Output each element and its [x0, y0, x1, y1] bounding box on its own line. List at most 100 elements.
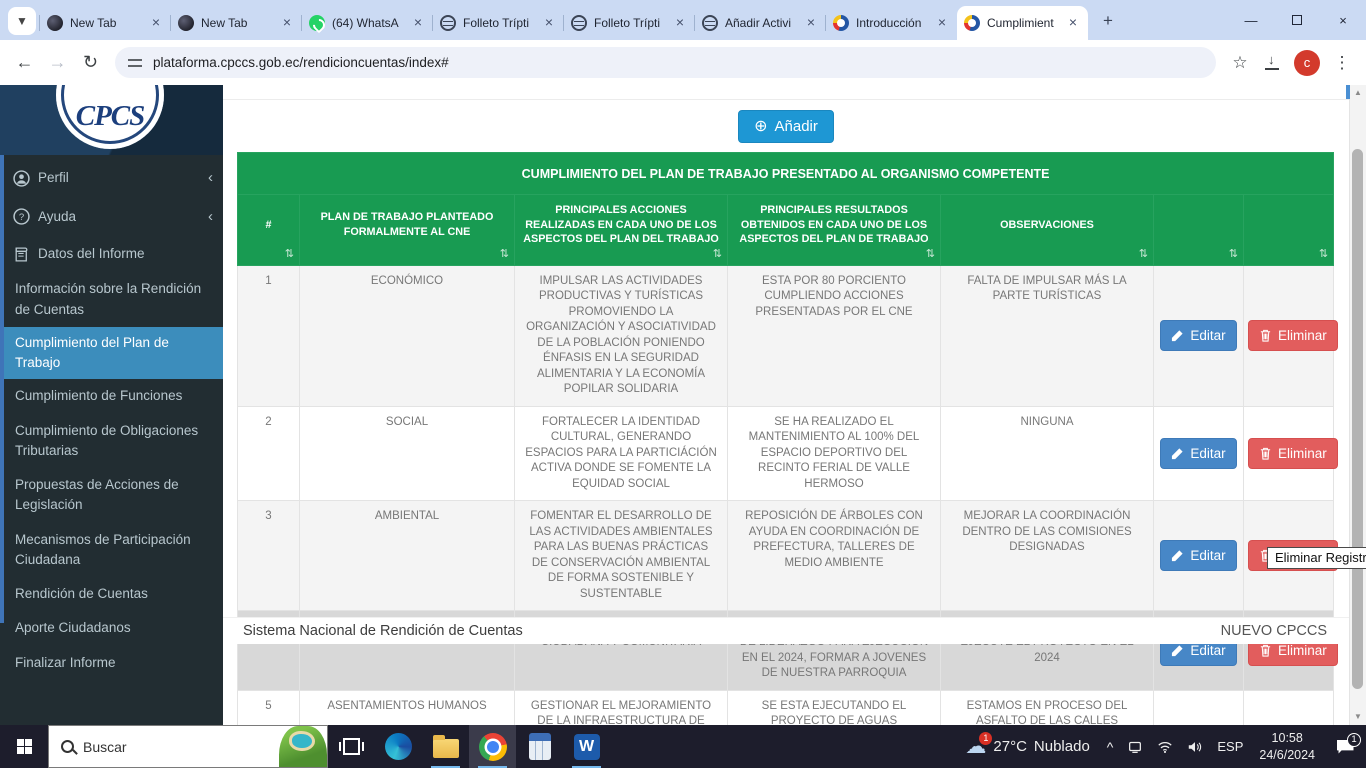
svg-text:?: ? — [19, 212, 24, 223]
taskbar-file-explorer[interactable] — [422, 725, 469, 768]
trash-icon — [1259, 447, 1272, 460]
search-label: Buscar — [83, 739, 127, 755]
add-button[interactable]: ⊕ Añadir — [738, 110, 834, 143]
sidebar-scrollbar[interactable] — [0, 155, 4, 623]
scroll-down-arrow[interactable]: ▼ — [1350, 709, 1366, 725]
sort-icon[interactable]: ⇅ — [713, 247, 722, 262]
logo-text: CPCS — [76, 100, 145, 133]
browser-tab[interactable]: (64) WhatsA × — [302, 6, 433, 40]
scrollbar-thumb[interactable] — [1352, 149, 1363, 689]
sort-icon[interactable]: ⇅ — [285, 247, 294, 262]
sort-icon[interactable]: ⇅ — [500, 247, 509, 262]
reload-button[interactable]: ↻ — [74, 46, 107, 79]
volume-icon[interactable] — [1180, 740, 1210, 754]
plan-trabajo-table: CUMPLIMIENTO DEL PLAN DE TRABAJO PRESENT… — [237, 152, 1333, 768]
taskbar-word[interactable]: W — [563, 725, 610, 768]
browser-tab[interactable]: Introducción × — [826, 6, 957, 40]
sidebar-item-perfil[interactable]: Perfil ‹ — [0, 159, 223, 198]
close-icon[interactable]: × — [541, 15, 557, 31]
column-header-resultados[interactable]: PRINCIPALES RESULTADOS OBTENIDOS EN CADA… — [728, 195, 941, 266]
column-header-num[interactable]: #⇅ — [238, 195, 300, 266]
close-icon[interactable]: × — [148, 15, 164, 31]
column-header-acciones[interactable]: PRINCIPALES ACCIONES REALIZADAS EN CADA … — [515, 195, 728, 266]
notification-center-button[interactable]: 1 — [1324, 740, 1366, 754]
folder-icon — [433, 739, 459, 758]
taskbar-search[interactable]: Buscar — [48, 725, 328, 768]
delete-button[interactable]: Eliminar — [1248, 320, 1338, 351]
edge-icon — [385, 733, 412, 760]
bookmark-star-icon[interactable]: ☆ — [1224, 53, 1256, 73]
close-icon[interactable]: × — [803, 15, 819, 31]
delete-button[interactable]: Eliminar — [1248, 438, 1338, 469]
menu-dots-icon[interactable]: ⋮ — [1326, 53, 1358, 73]
browser-tab[interactable]: New Tab × — [171, 6, 302, 40]
sidebar-item-label: Ayuda — [38, 207, 76, 227]
sidebar-item-cumplimiento-funciones[interactable]: Cumplimiento de Funciones — [0, 379, 223, 413]
sidebar-item-aporte-ciudadanos[interactable]: Aporte Ciudadanos — [0, 611, 223, 645]
wifi-icon[interactable] — [1150, 740, 1180, 754]
taskbar-chrome[interactable] — [469, 725, 516, 768]
close-icon[interactable]: × — [672, 15, 688, 31]
sidebar-item-cumplimiento-plan[interactable]: Cumplimiento del Plan de Trabajo — [0, 327, 223, 380]
profile-avatar[interactable]: c — [1294, 50, 1320, 76]
close-window-button[interactable]: × — [1320, 0, 1366, 40]
browser-tab[interactable]: Folleto Trípti × — [433, 6, 564, 40]
taskbar: Buscar W ☁1 27°C Nublado ^ ESP 10:58 — [0, 725, 1366, 768]
taskbar-calculator[interactable] — [516, 725, 563, 768]
column-header-plan[interactable]: PLAN DE TRABAJO PLANTEADO FORMALMENTE AL… — [300, 195, 515, 266]
browser-tab-active[interactable]: Cumplimient × — [957, 6, 1088, 40]
delete-tooltip: Eliminar Registro — [1267, 547, 1366, 569]
url-text[interactable]: plataforma.cpccs.gob.ec/rendicioncuentas… — [153, 55, 449, 70]
sidebar-item-obligaciones-tributarias[interactable]: Cumplimiento de Obligaciones Tributarias — [0, 414, 223, 469]
weather-widget[interactable]: ☁1 27°C Nublado — [955, 736, 1099, 757]
close-icon[interactable]: × — [279, 15, 295, 31]
cast-icon[interactable] — [1120, 740, 1150, 754]
taskbar-clock[interactable]: 10:58 24/6/2024 — [1250, 730, 1324, 763]
scroll-up-arrow[interactable]: ▲ — [1350, 85, 1366, 101]
browser-tab[interactable]: Folleto Trípti × — [564, 6, 695, 40]
sort-icon[interactable]: ⇅ — [1139, 247, 1148, 262]
back-button[interactable]: ← — [8, 46, 41, 79]
new-tab-button[interactable]: + — [1094, 7, 1122, 35]
minimize-button[interactable]: — — [1228, 0, 1274, 40]
tab-label: New Tab — [70, 16, 145, 30]
taskbar-edge[interactable] — [375, 725, 422, 768]
task-view-button[interactable] — [328, 725, 375, 768]
cell-num: 3 — [238, 501, 300, 611]
close-icon[interactable]: × — [934, 15, 950, 31]
edit-button[interactable]: Editar — [1160, 320, 1236, 351]
table-title: CUMPLIMIENTO DEL PLAN DE TRABAJO PRESENT… — [238, 153, 1334, 195]
page-scrollbar[interactable]: ▲ ▼ — [1349, 85, 1366, 725]
edit-button[interactable]: Editar — [1160, 438, 1236, 469]
search-highlight-image[interactable] — [279, 726, 327, 767]
sidebar-item-mecanismos-participacion[interactable]: Mecanismos de Participación Ciudadana — [0, 523, 223, 578]
sidebar-item-ayuda[interactable]: ? Ayuda ‹ — [0, 198, 223, 237]
download-icon[interactable] — [1256, 56, 1288, 70]
edit-button[interactable]: Editar — [1160, 540, 1236, 571]
column-header-editar[interactable]: ⇅ — [1154, 195, 1244, 266]
tab-search-button[interactable]: ▼ — [8, 7, 36, 35]
close-icon[interactable]: × — [1065, 15, 1081, 31]
language-indicator[interactable]: ESP — [1210, 739, 1250, 754]
close-icon[interactable]: × — [410, 15, 426, 31]
start-button[interactable] — [0, 725, 48, 768]
address-bar[interactable]: plataforma.cpccs.gob.ec/rendicioncuentas… — [115, 47, 1216, 78]
sidebar-item-rendicion-cuentas[interactable]: Rendición de Cuentas — [0, 577, 223, 611]
tray-expand-icon[interactable]: ^ — [1100, 739, 1121, 755]
column-header-eliminar[interactable]: ⇅ — [1244, 195, 1334, 266]
sidebar-item-finalizar-informe[interactable]: Finalizar Informe — [0, 646, 223, 680]
table-row: 1 ECONÓMICO IMPULSAR LAS ACTIVIDADES PRO… — [238, 265, 1334, 406]
screen: ▼ New Tab × New Tab × (64) WhatsA × Foll… — [0, 0, 1366, 768]
sidebar-item-propuestas-legislacion[interactable]: Propuestas de Acciones de Legislación — [0, 468, 223, 523]
sort-icon[interactable]: ⇅ — [926, 247, 935, 262]
browser-tab[interactable]: Añadir Activi × — [695, 6, 826, 40]
sort-icon[interactable]: ⇅ — [1229, 247, 1238, 262]
site-info-icon[interactable] — [128, 56, 144, 70]
sort-icon[interactable]: ⇅ — [1319, 247, 1328, 262]
browser-tab[interactable]: New Tab × — [40, 6, 171, 40]
column-header-observaciones[interactable]: OBSERVACIONES⇅ — [941, 195, 1154, 266]
sidebar-item-informacion-rendicion[interactable]: Información sobre la Rendición de Cuenta… — [0, 272, 223, 327]
sidebar-item-datos-informe[interactable]: Datos del Informe — [0, 236, 223, 272]
chevron-left-icon: ‹ — [208, 206, 213, 229]
maximize-button[interactable] — [1274, 0, 1320, 40]
